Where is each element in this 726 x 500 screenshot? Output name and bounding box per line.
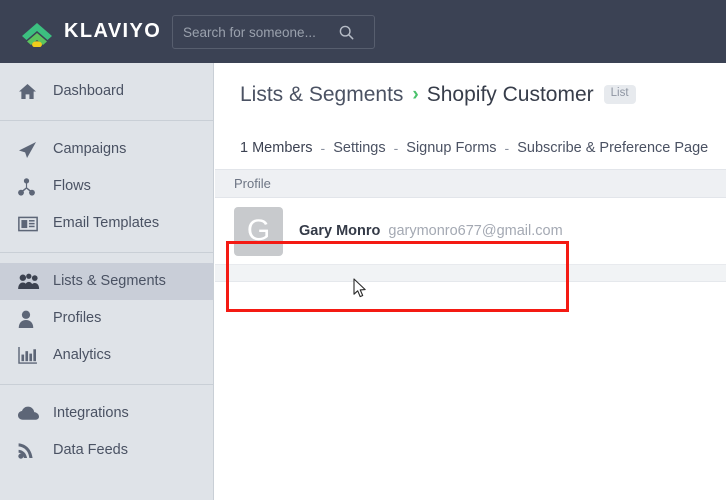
- tab-settings[interactable]: Settings: [333, 140, 385, 156]
- table-body: G Gary Monro garymonro677@gmail.com: [215, 198, 726, 282]
- sidebar-group-2: Campaigns Flows Email Templates: [0, 120, 213, 252]
- chevron-right-icon: ›: [412, 83, 419, 105]
- sidebar-group-1: Dashboard: [0, 63, 213, 120]
- column-header-profile: Profile: [234, 176, 271, 191]
- bar-chart-icon: [18, 346, 42, 366]
- sidebar-group-3: Lists & Segments Profiles Analytics: [0, 252, 213, 384]
- sidebar-item-dashboard[interactable]: Dashboard: [0, 73, 213, 110]
- profile-identity: Gary Monro garymonro677@gmail.com: [299, 223, 563, 239]
- page-title: Shopify Customer: [426, 82, 594, 106]
- tab-separator: -: [504, 139, 510, 156]
- sidebar-item-label: Data Feeds: [53, 442, 128, 459]
- table-footer-strip: [215, 265, 726, 282]
- main-content: Lists & Segments › Shopify Customer List…: [215, 63, 726, 500]
- brand-name: KLAVIYO: [64, 20, 162, 42]
- sidebar-item-label: Flows: [53, 178, 91, 195]
- breadcrumb: Lists & Segments › Shopify Customer List: [215, 63, 726, 126]
- sidebar-item-flows[interactable]: Flows: [0, 168, 213, 205]
- sidebar-item-campaigns[interactable]: Campaigns: [0, 131, 213, 168]
- sidebar: Dashboard Campaigns Flows Email Template…: [0, 63, 214, 500]
- status-badge: List: [603, 85, 636, 104]
- flow-branch-icon: [18, 177, 42, 197]
- sidebar-item-integrations[interactable]: Integrations: [0, 395, 213, 432]
- search-box[interactable]: [172, 15, 375, 49]
- breadcrumb-parent-link[interactable]: Lists & Segments: [240, 83, 403, 107]
- sidebar-item-profiles[interactable]: Profiles: [0, 300, 213, 337]
- sidebar-item-label: Analytics: [53, 347, 112, 364]
- sidebar-item-label: Email Templates: [53, 215, 160, 232]
- profile-name: Gary Monro: [299, 223, 381, 239]
- newspaper-icon: [18, 214, 42, 234]
- sidebar-item-label: Lists & Segments: [53, 273, 166, 290]
- paper-plane-icon: [18, 140, 42, 160]
- klaviyo-wifi-logo-icon: [18, 17, 56, 48]
- sidebar-item-lists-and-segments[interactable]: Lists & Segments: [0, 263, 213, 300]
- users-group-icon: [18, 272, 42, 292]
- top-navigation-bar: KLAVIYO: [0, 0, 726, 63]
- sidebar-item-label: Campaigns: [53, 141, 127, 158]
- sidebar-item-email-templates[interactable]: Email Templates: [0, 205, 213, 242]
- table-header-row: Profile: [215, 169, 726, 198]
- tab-separator: -: [320, 139, 326, 156]
- sidebar-item-label: Profiles: [53, 310, 102, 327]
- rss-icon: [18, 441, 42, 461]
- tab-bar: 1 Members - Settings - Signup Forms - Su…: [215, 126, 726, 169]
- sidebar-group-4: Integrations Data Feeds: [0, 384, 213, 479]
- avatar: G: [234, 206, 283, 256]
- brand-logo[interactable]: KLAVIYO: [18, 17, 162, 48]
- home-icon: [18, 82, 42, 102]
- sidebar-item-label: Integrations: [53, 405, 129, 422]
- tab-separator: -: [393, 139, 399, 156]
- sidebar-item-label: Dashboard: [53, 83, 124, 100]
- table-row[interactable]: G Gary Monro garymonro677@gmail.com: [215, 198, 726, 265]
- sidebar-item-data-feeds[interactable]: Data Feeds: [0, 432, 213, 469]
- cloud-icon: [18, 404, 42, 424]
- tab-members[interactable]: 1 Members: [240, 140, 313, 156]
- search-input[interactable]: [173, 16, 333, 48]
- search-icon[interactable]: [333, 16, 359, 48]
- profile-email: garymonro677@gmail.com: [388, 223, 563, 239]
- tab-subscribe-preference-page[interactable]: Subscribe & Preference Page: [517, 140, 708, 156]
- app-root: KLAVIYO Dashboard: [0, 0, 726, 500]
- tab-signup-forms[interactable]: Signup Forms: [406, 140, 496, 156]
- user-icon: [18, 309, 42, 329]
- sidebar-item-analytics[interactable]: Analytics: [0, 337, 213, 374]
